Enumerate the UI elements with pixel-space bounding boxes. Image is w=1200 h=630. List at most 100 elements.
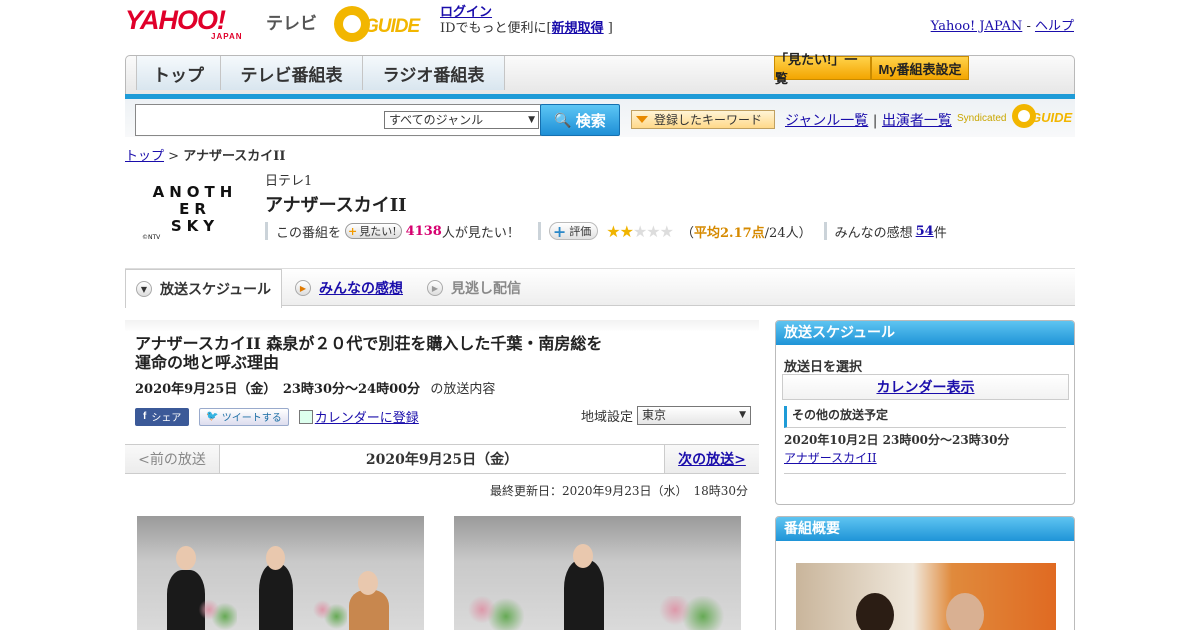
program-meta: この番組を + 見たい! 4138 人が見たい！ + 評価 ★★★★★ （平均2.1… [265, 221, 947, 241]
tab-catchup[interactable]: ▶ 見逃し配信 [417, 269, 547, 307]
performer-list-link[interactable]: 出演者一覧 [882, 113, 952, 129]
impressions-unit: 件 [933, 225, 947, 241]
program-title: アナザースカイII [265, 195, 407, 216]
program-logo: ANOTH ER SKY ©NTV [140, 172, 250, 248]
facebook-icon: f [143, 411, 147, 422]
search-button-label: 検索 [575, 112, 606, 130]
episode-date-suffix: の放送内容 [430, 382, 496, 397]
region-select[interactable]: 東京 [637, 406, 752, 425]
current-episode-date: 2020年9月25日（金） [220, 445, 664, 473]
yahoo-logo-text: YAHOO! [125, 5, 226, 35]
tweet-button[interactable]: 🐦 ツイートする [199, 407, 289, 426]
program-logo-line: ER [179, 200, 211, 218]
genre-list-link[interactable]: ジャンル一覧 [785, 113, 868, 129]
calendar-view-button[interactable]: カレンダー表示 [782, 374, 1069, 400]
program-logo-line: ANOTH [152, 183, 238, 201]
episode-datetime: 2020年9月25日（金） 23時30分～24時00分 の放送内容 [135, 378, 495, 397]
photo-person-head [266, 546, 285, 570]
rating-stars: ★★★★★ [606, 221, 674, 241]
other-schedule-date: 2020年10月2日 23時00分～23時30分 [784, 433, 1010, 447]
photo-flowers [197, 596, 237, 630]
episode-pager: <前の放送 2020年9月25日（金） 次の放送> [125, 444, 759, 474]
id-promo-text: IDでもっと便利に[ [440, 21, 552, 36]
average-voters: /24人） [764, 225, 812, 241]
signup-link[interactable]: 新規取得 [552, 21, 604, 36]
plus-icon: + [552, 221, 567, 241]
star-filled-icon: ★ [619, 221, 634, 241]
episode-photo[interactable] [454, 516, 741, 630]
episode-photo[interactable] [137, 516, 424, 630]
impressions-count-link[interactable]: 54 [916, 224, 934, 239]
search-button[interactable]: 🔍 検索 [540, 104, 620, 136]
breadcrumb: トップ > アナザースカイII [125, 145, 285, 164]
gguide-logo-text: GUIDE [364, 16, 420, 37]
overview-image [796, 563, 1056, 630]
registered-keywords-button[interactable]: 登録したキーワード [631, 110, 775, 129]
id-promo-close: ] [607, 21, 613, 36]
other-schedule-heading: その他の放送予定 [784, 406, 1066, 428]
photo-flowers [312, 596, 347, 630]
chevron-down-icon: ▼ [136, 281, 152, 297]
mitai-button[interactable]: + 見たい! [345, 223, 402, 239]
tab-label: 放送スケジュール [160, 282, 272, 298]
breadcrumb-current: アナザースカイII [183, 149, 286, 164]
plus-icon: + [348, 224, 358, 238]
twitter-icon: 🐦 [206, 411, 219, 422]
overview-panel: 番組概要 [775, 516, 1075, 630]
tab-label: 見逃し配信 [451, 281, 521, 297]
tab-broadcast-schedule[interactable]: ▼ 放送スケジュール [125, 269, 282, 308]
impressions-label: みんなの感想 [834, 225, 913, 241]
overview-panel-title: 番組概要 [776, 517, 1074, 541]
my-schedule-button[interactable]: My番組表設定 [871, 56, 969, 80]
nav-tab-top[interactable]: トップ [136, 56, 221, 90]
calendar-icon [298, 410, 313, 424]
service-name: テレビ [266, 14, 317, 33]
photo-person [259, 564, 293, 630]
facebook-share-label: シェア [151, 413, 182, 424]
mitai-suffix: 人が見たい！ [441, 225, 520, 241]
yahoo-japan-link[interactable]: Yahoo! JAPAN [931, 19, 1023, 34]
gguide-logo: GUIDE [334, 6, 434, 42]
channel-name: 日テレ1 [265, 174, 313, 189]
dropdown-triangle-icon [636, 116, 648, 123]
next-episode-link: 次の放送> [678, 452, 746, 468]
mitai-count: 4138 [405, 223, 442, 239]
star-empty-icon: ★ [646, 221, 660, 241]
mitai-list-button[interactable]: 「見たい!」一覧 [774, 52, 871, 86]
meta-divider [537, 222, 541, 240]
help-link[interactable]: ヘルプ [1035, 19, 1074, 34]
login-link[interactable]: ログイン [440, 5, 492, 20]
schedule-panel-title: 放送スケジュール [776, 321, 1074, 345]
breadcrumb-separator: > [168, 149, 180, 164]
facebook-share-button[interactable]: f シェア [135, 407, 190, 426]
photo-person [349, 590, 389, 630]
nav-tab-radio-schedule[interactable]: ラジオ番組表 [363, 56, 505, 90]
syndicated-gguide-logo: Syndicated GUIDE [957, 104, 1073, 132]
mitai-button-label: 見たい! [359, 225, 397, 238]
region-setting: 地域設定 東京 [581, 406, 752, 425]
genre-select[interactable]: すべてのジャンル [384, 111, 539, 129]
tab-label: みんなの感想 [319, 281, 403, 297]
star-empty-icon: ★ [632, 221, 647, 241]
photo-person-head [573, 544, 593, 568]
other-schedule-link[interactable]: アナザースカイII [784, 449, 877, 466]
program-tabs: ▼ 放送スケジュール ▶ みんなの感想 ▶ 見逃し配信 [125, 268, 1075, 308]
nav-tab-tv-schedule[interactable]: テレビ番組表 [221, 56, 363, 90]
search-icon: 🔍 [554, 111, 572, 128]
share-bar: f シェア 🐦 ツイートする カレンダーに登録 [135, 407, 419, 426]
header-link-separator: - [1026, 19, 1031, 34]
photo-person-head [358, 571, 378, 595]
mitai-prefix: この番組を [276, 225, 342, 241]
registered-keywords-label: 登録したキーワード [654, 113, 763, 127]
next-episode[interactable]: 次の放送> [664, 445, 759, 473]
photo-person-head [856, 593, 894, 630]
tab-impressions[interactable]: ▶ みんなの感想 [285, 269, 415, 307]
calendar-register[interactable]: カレンダーに登録 [298, 407, 419, 426]
average-rating: 平均2.17点 [694, 225, 765, 241]
main-nav: トップ テレビ番組表 ラジオ番組表 「見たい!」一覧 My番組表設定 [125, 52, 1075, 99]
breadcrumb-home[interactable]: トップ [125, 149, 164, 164]
play-icon: ▶ [295, 280, 311, 296]
rate-button[interactable]: + 評価 [548, 221, 599, 241]
yahoo-japan-logo[interactable]: YAHOO! JAPAN [125, 5, 265, 41]
divider [784, 473, 1066, 474]
